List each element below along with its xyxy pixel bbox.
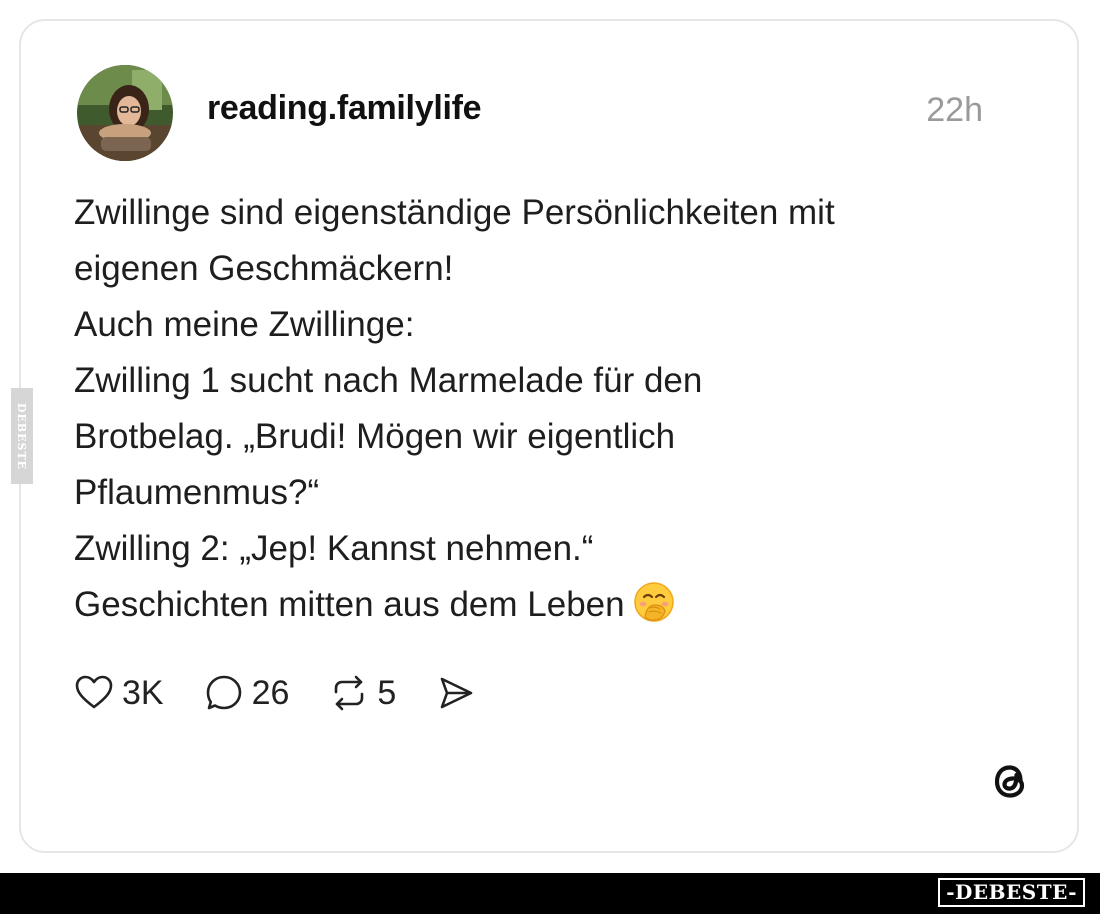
heart-icon [75,675,113,709]
like-count: 3K [122,673,164,712]
post-actions: 3K 26 5 [74,668,516,718]
avatar[interactable] [77,65,173,161]
post-line: Zwillinge sind eigenständige Persönlichk… [74,193,835,232]
post-line: Geschichten mitten aus dem Leben [74,585,625,624]
repost-button[interactable]: 5 [329,673,396,713]
share-button[interactable] [436,673,476,713]
username[interactable]: reading.familylife [207,89,482,128]
post-line: Brotbelag. „Brudi! Mögen wir eigentlich [74,417,676,456]
side-watermark-text: DEBESTE [15,402,29,470]
post-line-last: Geschichten mitten aus dem Leben [74,577,1034,633]
post-timestamp: 22h [926,91,983,129]
reply-count: 26 [251,673,290,712]
footer-bar: -DEBESTE- [0,873,1100,914]
avatar-photo [77,65,173,161]
post-line: Auch meine Zwillinge: [74,305,415,344]
send-icon [441,677,473,709]
post-line: Zwilling 2: „Jep! Kannst nehmen.“ [74,529,594,568]
threads-logo-icon[interactable] [987,757,1035,805]
side-watermark: DEBESTE [11,388,33,484]
footer-watermark: -DEBESTE- [938,878,1085,907]
reply-button[interactable]: 26 [204,673,290,713]
comment-bubble-icon [206,675,241,710]
like-button[interactable]: 3K [74,673,164,713]
repost-icon [335,675,364,711]
post-body: Zwillinge sind eigenständige Persönlichk… [74,185,1034,633]
post-line: Zwilling 1 sucht nach Marmelade für den [74,361,703,400]
post-line: eigenen Geschmäckern! [74,249,454,288]
face-with-hand-over-mouth-emoji-icon [633,582,674,622]
repost-count: 5 [377,673,397,712]
post-line: Pflaumenmus?“ [74,473,320,512]
